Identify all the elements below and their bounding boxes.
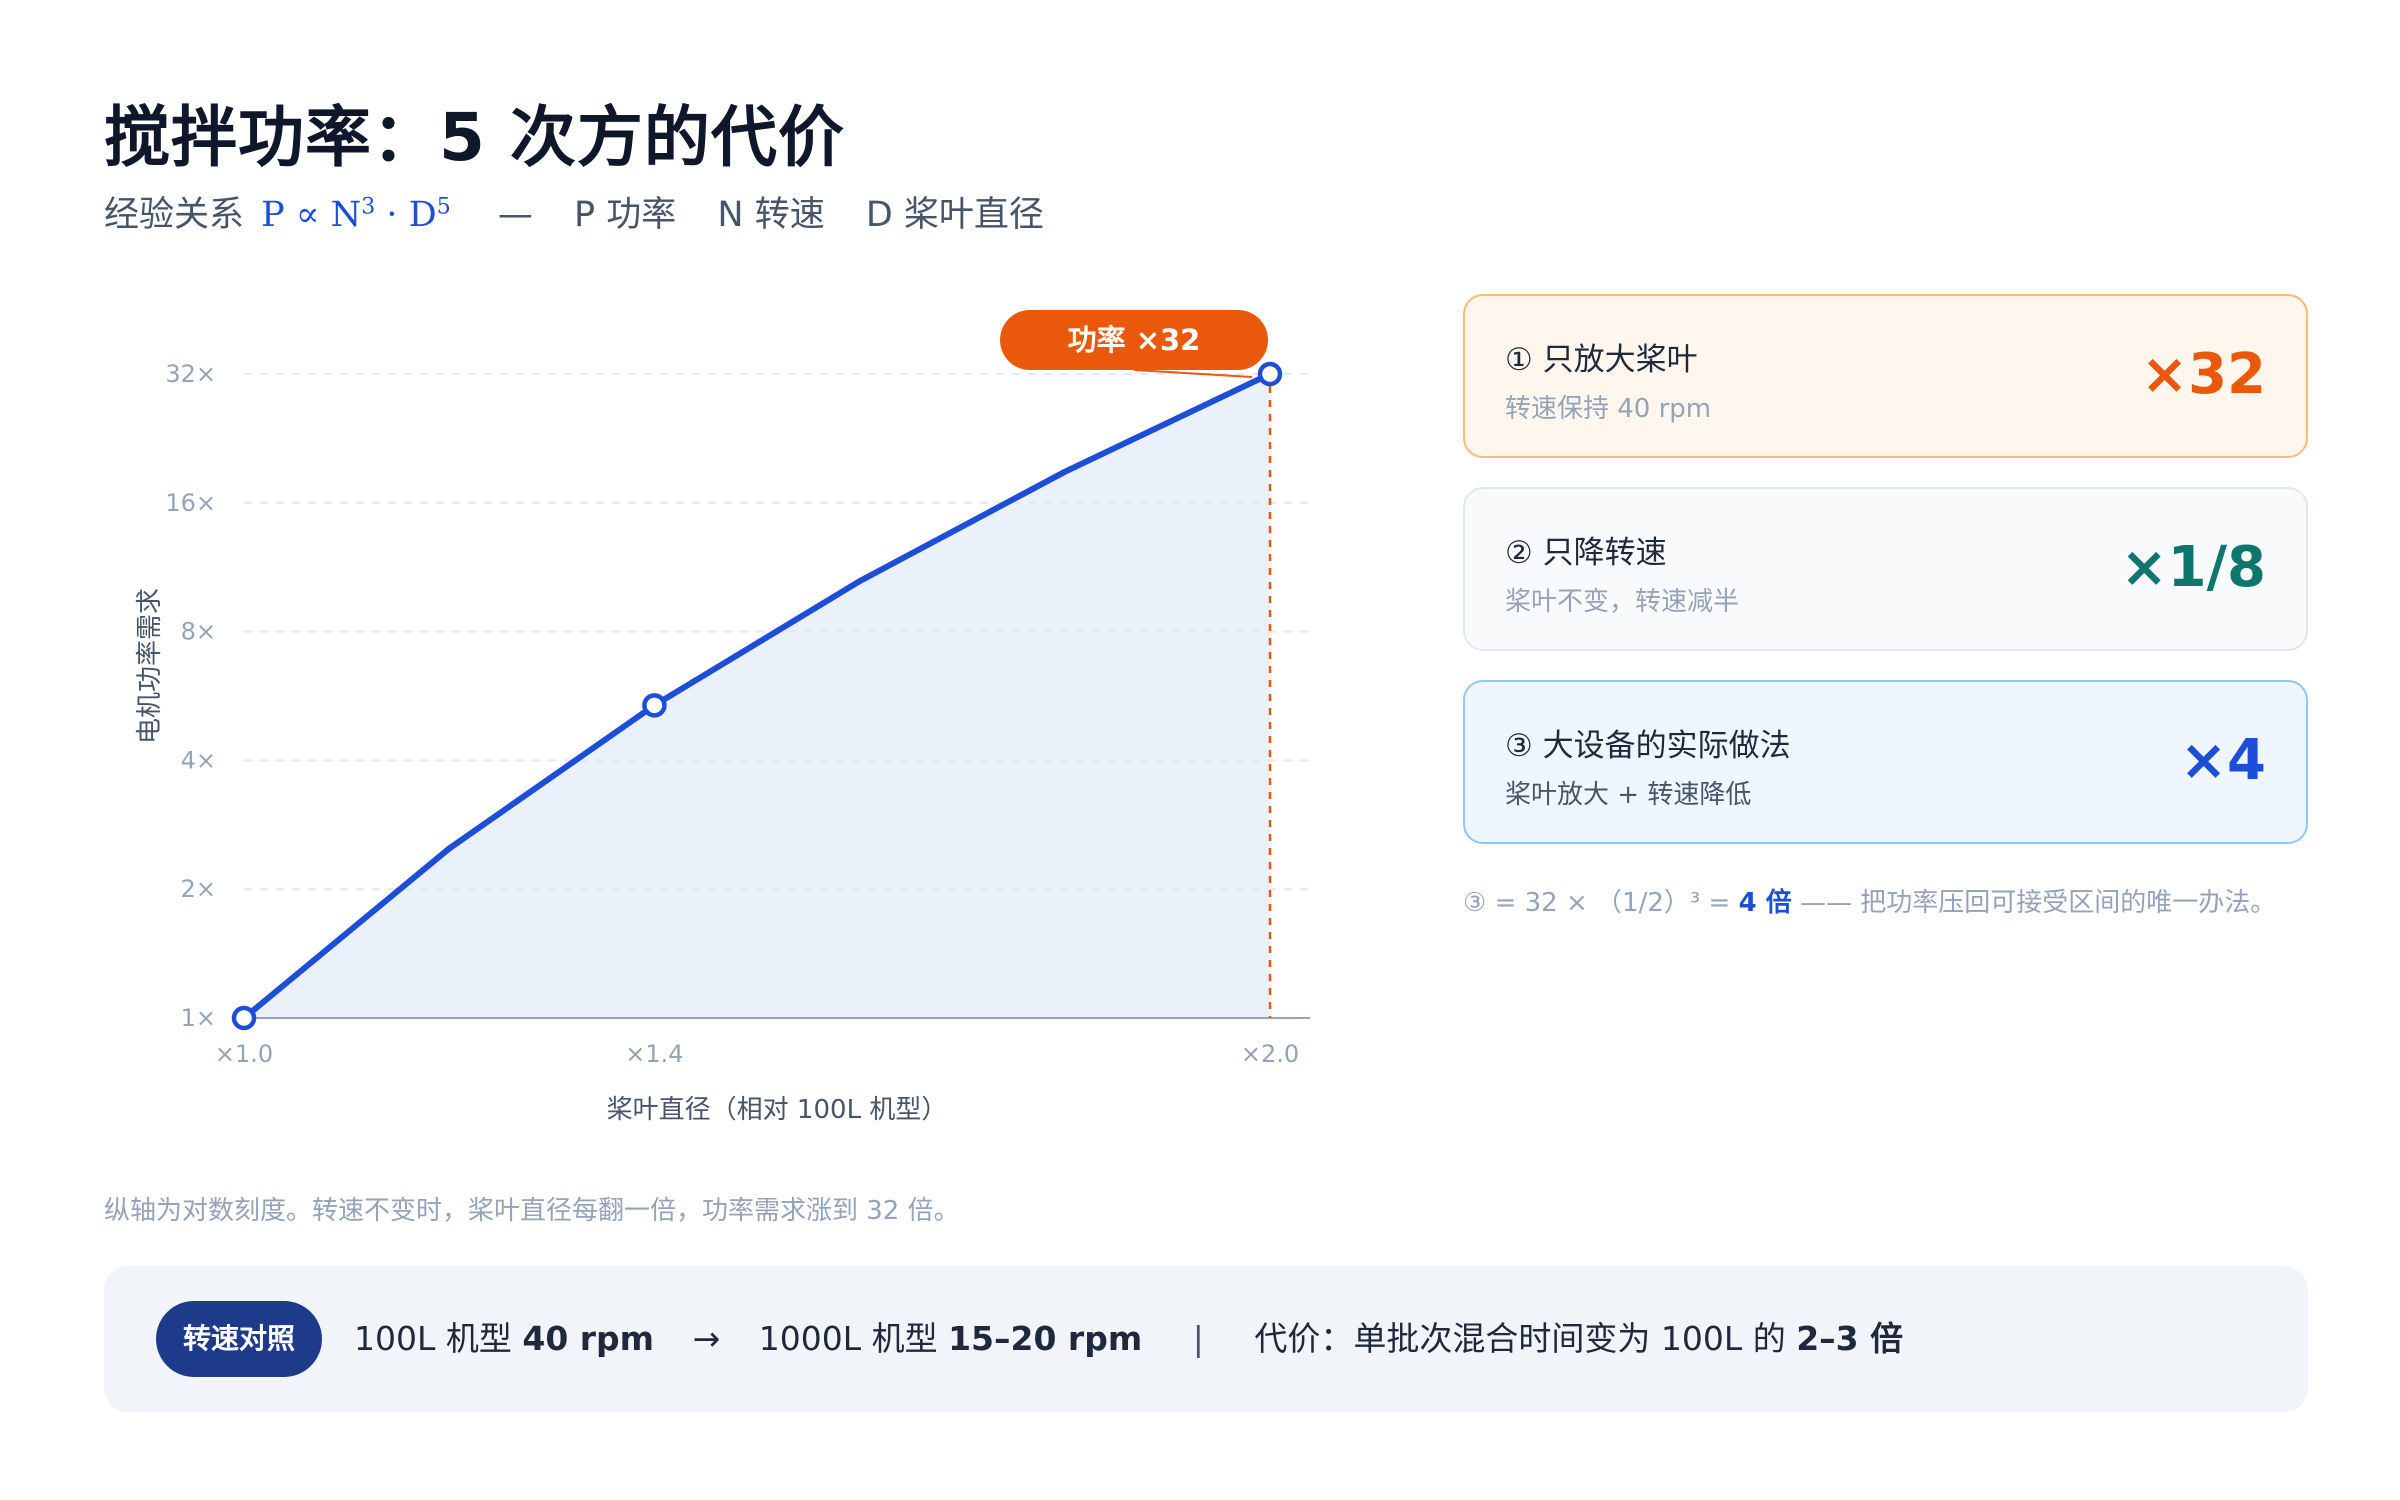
x-tick-label: ×2.0 bbox=[1241, 1040, 1299, 1068]
page-title: 搅拌功率：5 次方的代价 bbox=[104, 99, 845, 176]
note-suffix: —— 把功率压回可接受区间的唯一办法。 bbox=[1791, 888, 2277, 918]
speed-comparison-badge: 转速对照 bbox=[156, 1301, 323, 1377]
page-subtitle: 经验关系 P ∝ N3 · D5 — P 功率 N 转速 D 桨叶直径 bbox=[104, 186, 1074, 237]
x-tick-label: ×1.4 bbox=[625, 1040, 683, 1068]
right-arrow-icon: → bbox=[692, 1319, 721, 1358]
card-description: 桨叶放大 + 转速降低 bbox=[1505, 780, 1752, 810]
legend-d: D 桨叶直径 bbox=[865, 195, 1044, 235]
y-axis-title: 电机功率需求 bbox=[135, 588, 165, 744]
card-value: ×1/8 bbox=[2120, 535, 2266, 600]
y-tick-label: 2× bbox=[181, 875, 216, 903]
area-fill bbox=[244, 374, 1270, 1018]
cost-label: 代价：单批次混合时间变为 100L 的 bbox=[1254, 1319, 1786, 1358]
card-title: ① 只放大桨叶 bbox=[1505, 342, 1698, 378]
card-title: ② 只降转速 bbox=[1505, 535, 1667, 571]
card-reduce-speed: ② 只降转速 桨叶不变，转速减半 ×1/8 bbox=[1463, 487, 2308, 651]
card-title: ③ 大设备的实际做法 bbox=[1505, 728, 1791, 764]
legend-n: N 转速 bbox=[717, 195, 825, 235]
card-description: 桨叶不变，转速减半 bbox=[1505, 587, 1740, 617]
formula-d: · D bbox=[375, 195, 437, 235]
callout-connector bbox=[1133, 369, 1253, 378]
calculation-note: ③ = 32 × （1/2）³ = 4 倍 —— 把功率压回可接受区间的唯一办法… bbox=[1463, 882, 2276, 919]
speed-comparison-text: 100L 机型 40 rpm → 1000L 机型 15–20 rpm | 代价… bbox=[354, 1312, 1903, 1360]
large-model-speed: 15–20 rpm bbox=[948, 1319, 1143, 1358]
y-tick-label: 1× bbox=[181, 1004, 216, 1032]
formula-exponent-n: 3 bbox=[361, 194, 376, 220]
formula-p-n: P ∝ N bbox=[261, 195, 362, 235]
y-tick-label: 16× bbox=[165, 489, 216, 517]
y-tick-label: 8× bbox=[181, 618, 216, 646]
formula-exponent-d: 5 bbox=[436, 194, 451, 220]
x-tick-label: ×1.0 bbox=[215, 1040, 273, 1068]
y-tick-label: 4× bbox=[181, 746, 216, 774]
cost-value: 2–3 倍 bbox=[1796, 1319, 1904, 1358]
x-axis-title: 桨叶直径（相对 100L 机型） bbox=[607, 1095, 948, 1125]
subtitle-prefix: 经验关系 bbox=[104, 195, 245, 235]
small-model-speed: 40 rpm bbox=[522, 1319, 655, 1358]
chart-footnote: 纵轴为对数刻度。转速不变时，桨叶直径每翻一倍，功率需求涨到 32 倍。 bbox=[104, 1196, 960, 1226]
legend-p: P 功率 bbox=[574, 195, 677, 235]
comparison-cards: ① 只放大桨叶 转速保持 40 rpm ×32 ② 只降转速 桨叶不变，转速减半… bbox=[1463, 294, 2308, 873]
subtitle-dash: — bbox=[497, 195, 533, 235]
small-model-label: 100L 机型 bbox=[354, 1319, 512, 1358]
data-point bbox=[231, 1005, 257, 1031]
power-chart: 功率 ×32 1× 2× 4× 8× 16× 32× ×1.0 ×1.4 ×2.0 桨叶直径（相… bbox=[135, 310, 1310, 1125]
card-value: ×4 bbox=[2180, 728, 2266, 793]
power-formula: P ∝ N3 · D5 bbox=[261, 194, 451, 235]
note-highlight: 4 倍 bbox=[1738, 888, 1792, 918]
large-model-label: 1000L 机型 bbox=[758, 1319, 938, 1358]
card-value: ×32 bbox=[2141, 342, 2266, 407]
speed-comparison-bar: 转速对照 100L 机型 40 rpm → 1000L 机型 15–20 rpm… bbox=[104, 1266, 2308, 1412]
note-prefix: ③ = 32 × （1/2）³ = bbox=[1463, 888, 1739, 918]
data-point bbox=[642, 693, 667, 718]
card-actual-practice: ③ 大设备的实际做法 桨叶放大 + 转速降低 ×4 bbox=[1463, 680, 2308, 844]
y-tick-label: 32× bbox=[165, 360, 216, 388]
card-description: 转速保持 40 rpm bbox=[1505, 394, 1712, 424]
data-point bbox=[1257, 361, 1283, 387]
divider: | bbox=[1192, 1319, 1204, 1358]
callout-label: 功率 ×32 bbox=[1068, 323, 1201, 357]
card-enlarge-impeller: ① 只放大桨叶 转速保持 40 rpm ×32 bbox=[1463, 294, 2308, 458]
